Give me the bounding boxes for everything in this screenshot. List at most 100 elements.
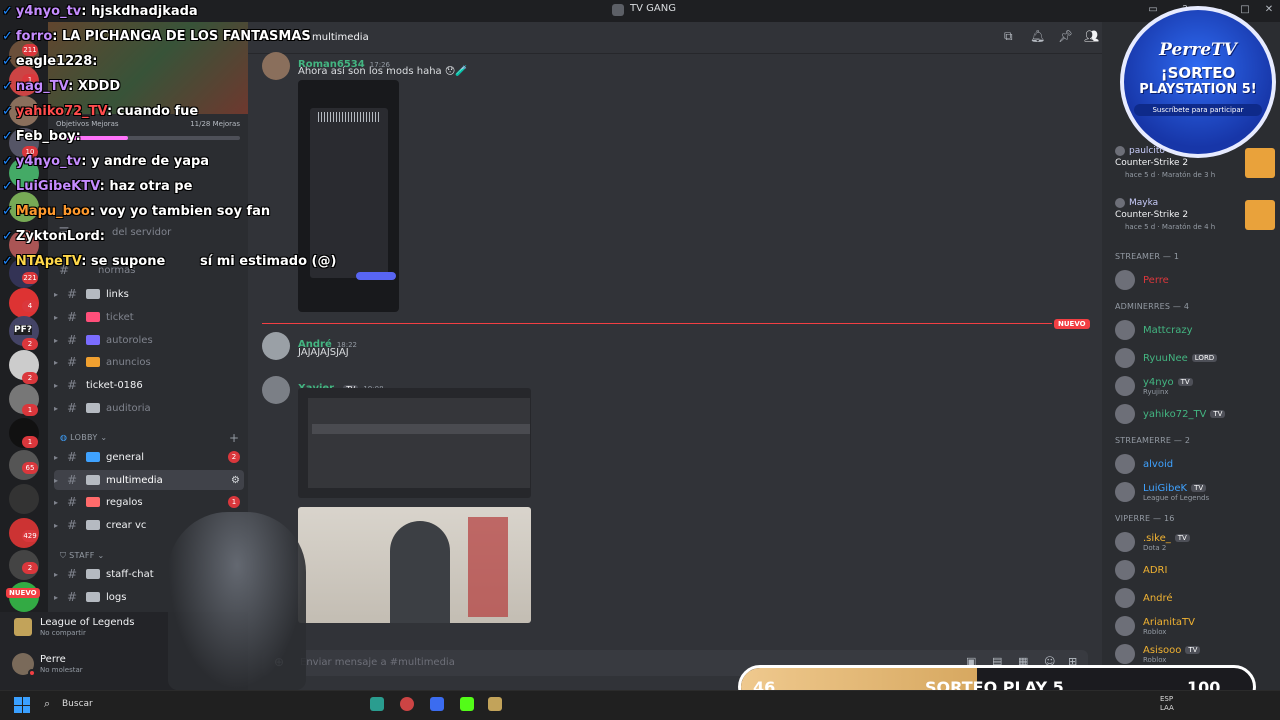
app-icon[interactable]	[370, 697, 384, 711]
taskbar-search[interactable]: Buscar	[62, 699, 93, 709]
chat-username: ZyktonLord	[15, 229, 100, 244]
new-badge: NUEVO	[6, 588, 40, 598]
member-row[interactable]: Mattcrazy	[1115, 318, 1275, 342]
member-name-line: Asisooo TV	[1143, 645, 1201, 656]
badge-brand: PerreTV	[1159, 40, 1237, 60]
member-row[interactable]: Asisooo TV Roblox	[1115, 642, 1275, 666]
avatar[interactable]	[262, 52, 290, 80]
member-name: ArianitaTV	[1143, 616, 1195, 628]
avatar	[1115, 454, 1135, 474]
maximize-icon[interactable]: □	[1238, 4, 1252, 18]
member-activity-card[interactable]: Mayka Counter-Strike 2 hace 5 d · Maratón …	[1115, 198, 1275, 238]
chat-colon: :	[99, 179, 110, 194]
avatar	[1115, 404, 1135, 424]
member-group-header: ADMINERRES — 4	[1115, 302, 1190, 311]
member-row[interactable]: ArianitaTV Roblox	[1115, 614, 1275, 638]
server-mention-badge: 1	[22, 404, 38, 416]
category-lobby[interactable]: ◍ LOBBY ⌄	[60, 433, 107, 442]
channel-anuncios[interactable]: ▸ # anuncios	[54, 352, 244, 372]
webcam-image[interactable]	[298, 507, 531, 623]
member-activity-card[interactable]: paulcito Counter-Strike 2 hace 5 d · Marat…	[1115, 146, 1275, 186]
member-row[interactable]: ADRI	[1115, 558, 1275, 582]
member-row[interactable]: .sike_ TV Dota 2	[1115, 530, 1275, 554]
bell-icon[interactable]: 🔔︎	[1030, 29, 1045, 43]
member-row[interactable]: André	[1115, 586, 1275, 610]
avatar[interactable]	[262, 376, 290, 404]
window-title: TV GANG	[630, 3, 676, 14]
close-icon[interactable]: ✕	[1262, 4, 1276, 18]
channel-settings[interactable]: ⚙	[231, 475, 240, 486]
app-icon[interactable]	[430, 697, 444, 711]
chat-username: forro	[15, 29, 53, 44]
boost-goal[interactable]: Objetivos Mejoras 11/28 Mejoras	[56, 120, 240, 136]
app-icon[interactable]	[460, 697, 474, 711]
chat-message: voy yo tambien soy fan	[99, 204, 271, 219]
taskbar: ⌕ Buscar ESP LAA	[0, 690, 1280, 720]
channel-staff-chat[interactable]: ▸ # staff-chat	[54, 564, 244, 584]
checkmark-icon: ✓	[2, 154, 13, 169]
avatar	[1115, 320, 1135, 340]
member-name-line: .sike_ TV	[1143, 533, 1190, 544]
member-name: y4nyo	[1143, 376, 1174, 388]
member-row[interactable]: Perre	[1115, 268, 1275, 292]
channel-regalos[interactable]: ▸ # regalos 1	[54, 492, 244, 512]
member-row[interactable]: alvoid	[1115, 452, 1275, 476]
add-channel-icon[interactable]: +	[229, 431, 239, 445]
hash-icon: #	[66, 310, 78, 324]
server-mention-badge: 221	[22, 272, 38, 284]
channel-logs[interactable]: ▸ # logs	[54, 587, 244, 607]
server-label-pf[interactable]: PF?	[14, 325, 32, 335]
member-text: alvoid	[1143, 459, 1173, 470]
channel-links[interactable]: ▸ # links	[54, 284, 244, 304]
channel-emoji-icon	[86, 357, 100, 367]
lang-primary: ESP	[1160, 695, 1174, 703]
member-row[interactable]: yahiko72_TV TV	[1115, 402, 1275, 426]
channel-ticket-0186[interactable]: ▸ # ticket-0186	[54, 375, 244, 395]
phone-screenshot-image[interactable]	[298, 80, 399, 312]
channel-multimedia[interactable]: ▸ # multimedia ⚙	[54, 470, 244, 490]
browser-screenshot-image[interactable]	[298, 388, 531, 498]
app-icon[interactable]	[488, 697, 502, 711]
member-text: ArianitaTV Roblox	[1143, 617, 1195, 636]
hash-icon: #	[66, 378, 78, 392]
chevron-right-icon: ▸	[54, 312, 59, 322]
game-icon	[14, 618, 32, 636]
audio-wave-icon	[318, 112, 380, 122]
member-text: ADRI	[1143, 565, 1167, 576]
stream-chat-line: ✓ LuiGibeKTV: haz otra pe	[2, 179, 192, 194]
member-row[interactable]: y4nyo TV Ryujinx	[1115, 374, 1275, 398]
search-icon[interactable]: ⌕	[44, 697, 50, 711]
avatar	[1115, 270, 1135, 290]
member-name: LuiGibeK	[1143, 482, 1188, 494]
members-icon[interactable]: 👥︎	[1084, 29, 1099, 43]
category-staff[interactable]: ⛉ STAFF ⌄	[60, 551, 105, 561]
hash-icon: #	[66, 287, 78, 301]
channel-general[interactable]: ▸ # general 2	[54, 447, 244, 467]
app-icon[interactable]	[400, 697, 414, 711]
windows-start-icon[interactable]	[14, 697, 30, 713]
chat-username: yahiko72_TV	[15, 104, 108, 119]
chevron-right-icon: ▸	[54, 403, 59, 413]
checkmark-icon: ✓	[2, 104, 13, 119]
stream-chat-line: ✓ NTApeTV: se supone	[2, 254, 165, 269]
member-row[interactable]: RyuuNee LORD	[1115, 346, 1275, 370]
avatar[interactable]	[262, 332, 290, 360]
channel-autoroles[interactable]: ▸ # autoroles	[54, 330, 244, 350]
user-info[interactable]: Perre No molestar	[12, 650, 152, 680]
message-input[interactable]: Enviar mensaje a #multimedia	[300, 657, 455, 668]
channel-label: del servidor	[112, 226, 172, 238]
threads-icon[interactable]: ⧉	[1004, 29, 1013, 44]
language-indicator[interactable]: ESP LAA	[1160, 695, 1174, 713]
member-group-header: STREAMERRE — 2	[1115, 436, 1191, 445]
channel-auditoria[interactable]: ▸ # auditoria	[54, 398, 244, 418]
user-name: Perre	[40, 654, 66, 665]
avatar	[1115, 348, 1135, 368]
channel-crear-vc[interactable]: ▸ # crear vc	[54, 515, 244, 535]
server-icon[interactable]	[9, 484, 39, 514]
chat-username: y4nyo_tv	[15, 4, 82, 19]
member-row[interactable]: LuiGibeK TV League of Legends	[1115, 480, 1275, 504]
stream-chat-line: ✓ yahiko72_TV: cuando fue	[2, 104, 198, 119]
pin-icon[interactable]: 📌︎	[1058, 29, 1073, 43]
member-name-line: ADRI	[1143, 565, 1167, 576]
channel-ticket[interactable]: ▸ # ticket	[54, 307, 244, 327]
